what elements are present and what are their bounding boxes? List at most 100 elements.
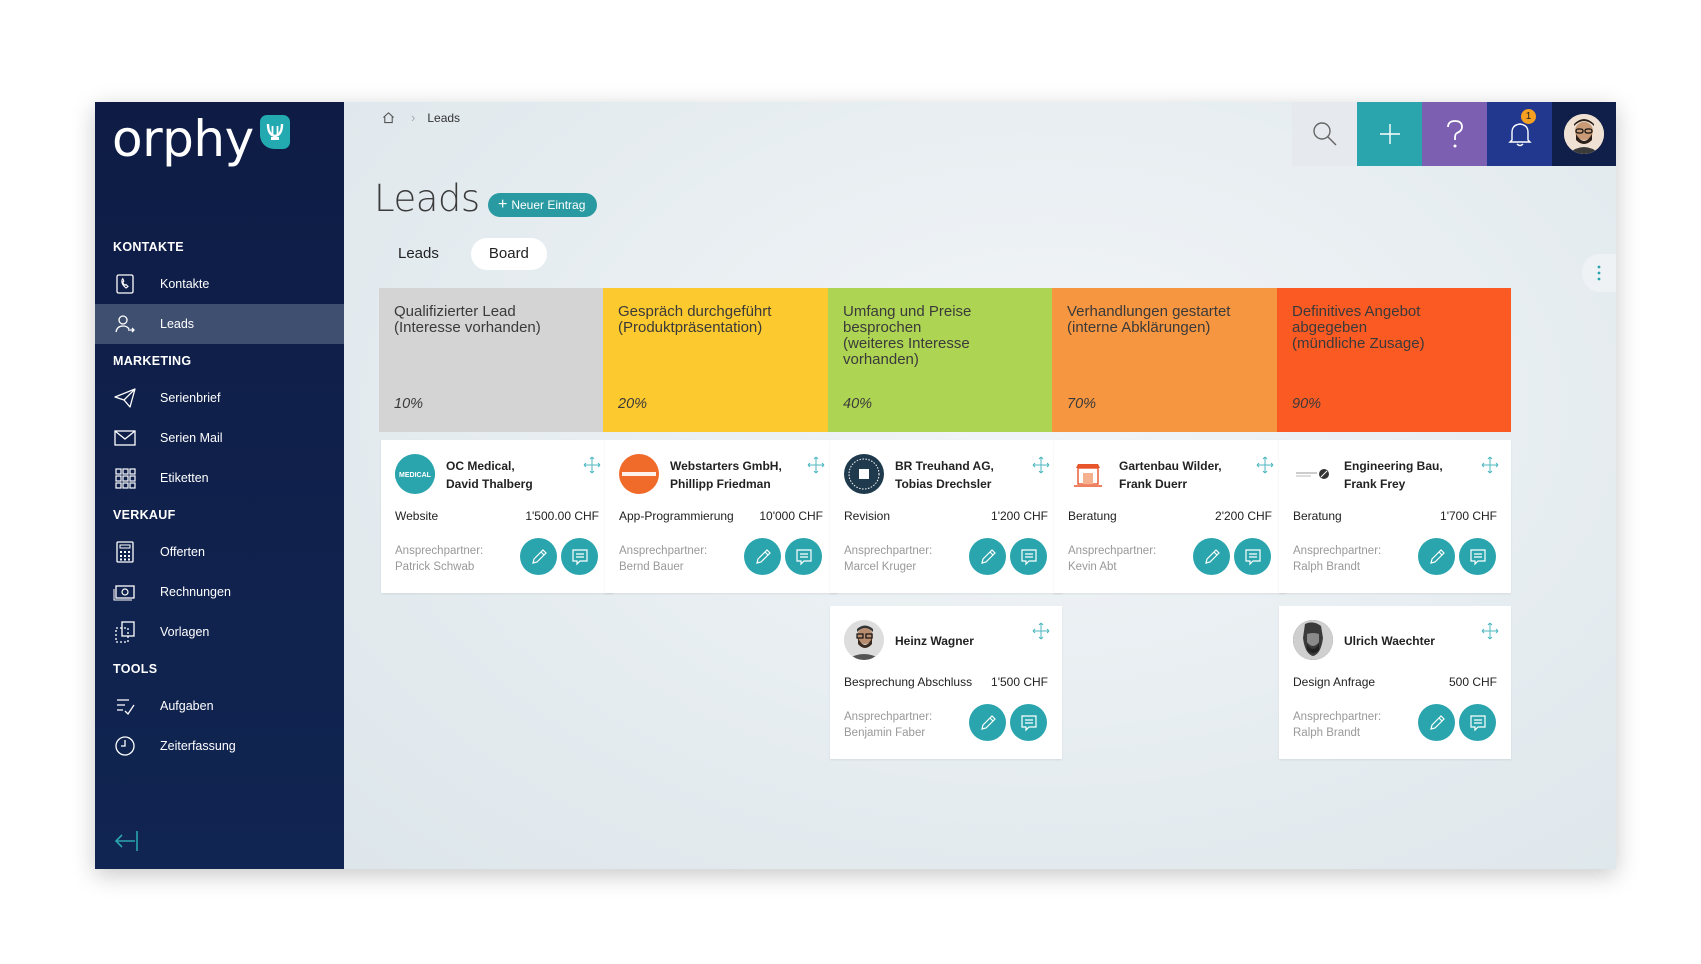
comment-icon	[1244, 548, 1261, 565]
calculator-icon	[116, 541, 134, 563]
sidebar: orphy KONTAKTE Kontakte Leads MARKETING …	[95, 102, 344, 869]
edit-button[interactable]	[744, 538, 781, 575]
notification-badge: 1	[1521, 109, 1536, 124]
sidebar-item-rechnungen[interactable]: Rechnungen	[95, 572, 344, 612]
lead-service: Design Anfrage	[1293, 675, 1376, 689]
nav-section-marketing: MARKETING	[113, 354, 192, 368]
comment-icon	[1469, 548, 1486, 565]
collapse-sidebar-button[interactable]	[112, 827, 140, 855]
column-header: Qualifizierter Lead (Interesse vorhanden…	[379, 288, 613, 432]
notes-button[interactable]	[1459, 704, 1496, 741]
board-column: Definitives Angebot abgegeben (mündliche…	[1277, 288, 1511, 759]
lead-card[interactable]: Engineering Bau, Frank Frey Beratung 1'7…	[1279, 440, 1511, 593]
column-percent: 90%	[1292, 396, 1322, 412]
lead-card[interactable]: BR Treuhand AG, Tobias Drechsler Revisio…	[830, 440, 1062, 593]
svg-text:MEDICAL: MEDICAL	[399, 472, 432, 479]
column-header: Umfang und Preise besprochen (weiteres I…	[828, 288, 1062, 432]
plus-icon	[1379, 124, 1400, 144]
contact-label: Ansprechpartner:	[395, 545, 484, 557]
bell-icon	[1507, 123, 1532, 147]
edit-button[interactable]	[520, 538, 557, 575]
sidebar-item-label: Aufgaben	[160, 699, 214, 713]
lead-card[interactable]: Gartenbau Wilder, Frank Duerr Beratung 2…	[1054, 440, 1286, 593]
envelope-icon	[114, 430, 136, 446]
sidebar-item-serien-mail[interactable]: Serien Mail	[95, 418, 344, 458]
edit-button[interactable]	[1418, 704, 1455, 741]
lead-card[interactable]: Heinz Wagner Besprechung Abschluss 1'500…	[830, 606, 1062, 759]
view-tabs: Leads Board	[380, 238, 547, 270]
move-icon[interactable]	[807, 456, 825, 474]
move-icon[interactable]	[1256, 456, 1274, 474]
sidebar-item-label: Zeiterfassung	[160, 739, 236, 753]
lead-amount: 10'000 CHF	[759, 509, 823, 523]
lead-card[interactable]: Webstarters GmbH, Phillipp Friedman App-…	[605, 440, 837, 593]
notes-button[interactable]	[561, 538, 598, 575]
home-icon[interactable]	[382, 111, 395, 124]
contact-label: Ansprechpartner:	[844, 711, 933, 723]
lead-amount: 1'500 CHF	[991, 675, 1048, 689]
lead-amount: 2'200 CHF	[1215, 509, 1272, 523]
notes-button[interactable]	[1010, 538, 1047, 575]
sidebar-item-offerten[interactable]: Offerten	[95, 532, 344, 572]
column-title: Definitives Angebot abgegeben (mündliche…	[1292, 303, 1425, 352]
column-percent: 10%	[394, 396, 424, 412]
notes-button[interactable]	[1234, 538, 1271, 575]
sidebar-item-aufgaben[interactable]: Aufgaben	[95, 686, 344, 726]
paper-plane-icon	[114, 388, 136, 408]
sidebar-item-zeiterfassung[interactable]: Zeiterfassung	[95, 726, 344, 766]
company-logo	[1068, 454, 1108, 494]
help-button[interactable]	[1422, 102, 1487, 166]
move-icon[interactable]	[1481, 622, 1499, 640]
pencil-icon	[980, 714, 996, 730]
banknote-icon	[113, 585, 135, 601]
sidebar-item-vorlagen[interactable]: Vorlagen	[95, 612, 344, 652]
pencil-icon	[755, 548, 771, 564]
sidebar-item-kontakte[interactable]: Kontakte	[95, 264, 344, 304]
lead-amount: 1'200 CHF	[991, 509, 1048, 523]
sidebar-nav: KONTAKTE Kontakte Leads MARKETING Serien…	[95, 230, 344, 766]
comment-icon	[1469, 714, 1486, 731]
phone-book-icon	[116, 274, 134, 294]
sidebar-item-label: Serienbrief	[160, 391, 221, 405]
sidebar-item-leads[interactable]: Leads	[95, 304, 344, 344]
pencil-icon	[980, 548, 996, 564]
pencil-icon	[1429, 714, 1445, 730]
edit-button[interactable]	[969, 704, 1006, 741]
edit-button[interactable]	[1193, 538, 1230, 575]
contact-label: Ansprechpartner:	[1293, 545, 1382, 557]
pencil-icon	[531, 548, 547, 564]
company-name: Webstarters GmbH, Phillipp Friedman	[670, 459, 782, 491]
search-button[interactable]	[1292, 102, 1357, 166]
contact-name: Benjamin Faber	[844, 727, 926, 739]
tab-leads[interactable]: Leads	[380, 238, 457, 270]
lead-card[interactable]: Ulrich Waechter Design Anfrage 500 CHF A…	[1279, 606, 1511, 759]
lead-service: Beratung	[1068, 509, 1117, 523]
task-check-icon	[117, 699, 135, 716]
page-title: Leads	[374, 177, 480, 220]
move-icon[interactable]	[1481, 456, 1499, 474]
company-logo	[619, 454, 659, 494]
edit-button[interactable]	[1418, 538, 1455, 575]
sidebar-item-serienbrief[interactable]: Serienbrief	[95, 378, 344, 418]
sidebar-item-etiketten[interactable]: Etiketten	[95, 458, 344, 498]
notes-button[interactable]	[1459, 538, 1496, 575]
more-options-button[interactable]	[1582, 254, 1616, 292]
move-icon[interactable]	[583, 456, 601, 474]
company-name: BR Treuhand AG, Tobias Drechsler	[895, 459, 994, 491]
move-icon[interactable]	[1032, 456, 1050, 474]
lead-card[interactable]: MEDICAL OC Medical, David Thalberg Websi…	[381, 440, 613, 593]
notes-button[interactable]	[1010, 704, 1047, 741]
new-entry-button[interactable]: + Neuer Eintrag	[488, 193, 598, 217]
notifications-button[interactable]: 1	[1487, 102, 1552, 166]
templates-icon	[115, 621, 135, 643]
notes-button[interactable]	[785, 538, 822, 575]
nav-section-tools: TOOLS	[113, 662, 158, 676]
user-avatar-button[interactable]	[1552, 102, 1616, 166]
logo[interactable]: orphy	[112, 114, 290, 164]
tab-board[interactable]: Board	[470, 238, 547, 270]
vertical-dots-icon	[1597, 265, 1601, 281]
company-logo	[844, 454, 884, 494]
move-icon[interactable]	[1032, 622, 1050, 640]
add-button[interactable]	[1357, 102, 1422, 166]
edit-button[interactable]	[969, 538, 1006, 575]
